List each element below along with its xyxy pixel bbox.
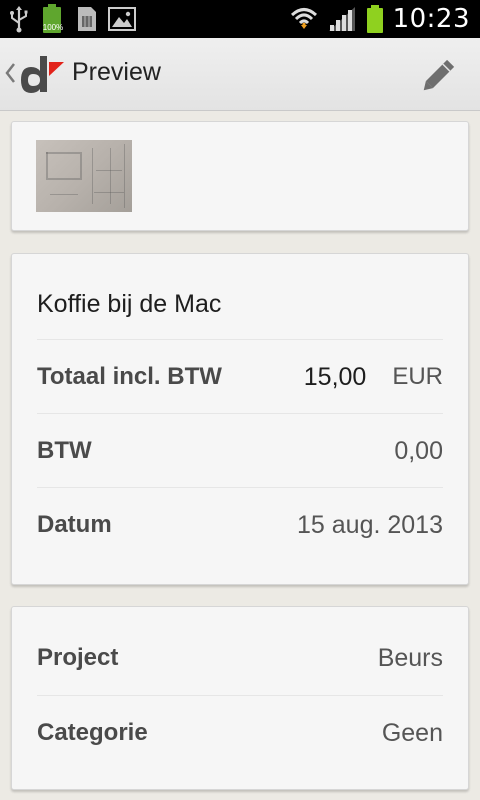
usb-icon: [8, 5, 30, 33]
project-value: Beurs: [377, 643, 443, 672]
receipt-card: [11, 121, 469, 231]
app-logo-icon[interactable]: [18, 52, 66, 101]
chevron-left-icon[interactable]: [4, 60, 16, 91]
clock: 10:23: [392, 4, 470, 34]
total-amount: 15,00: [303, 362, 367, 391]
page-title: Preview: [72, 58, 161, 86]
sim-card-icon: [76, 5, 98, 33]
signal-icon: [327, 5, 357, 33]
receipt-thumbnail[interactable]: [36, 140, 132, 212]
battery-full-icon: 100%: [40, 4, 66, 34]
action-bar: Preview: [0, 38, 480, 111]
vat-value: 0,00: [394, 436, 443, 465]
battery-percent-label: 100%: [42, 23, 64, 32]
vat-row: BTW 0,00: [37, 413, 443, 488]
expense-description: Koffie bij de Mac: [37, 290, 222, 318]
classification-card: Project Beurs Categorie Geen: [11, 606, 469, 790]
total-label: Totaal incl. BTW: [37, 363, 222, 390]
currency-label: EUR: [392, 363, 443, 390]
status-bar-left: 100%: [8, 4, 136, 34]
edit-button[interactable]: [420, 54, 460, 94]
project-label: Project: [37, 644, 119, 671]
wifi-icon: [289, 5, 319, 33]
gallery-icon: [108, 6, 136, 32]
total-row: Totaal incl. BTW 15,00 EUR: [37, 339, 443, 414]
status-bar-right: 10:23: [289, 0, 470, 38]
category-row: Categorie Geen: [37, 695, 443, 770]
battery-charging-icon: [365, 4, 385, 34]
date-row: Datum 15 aug. 2013: [37, 487, 443, 562]
category-label: Categorie: [37, 719, 148, 746]
status-bar: 100% 10:23: [0, 0, 480, 38]
vat-label: BTW: [37, 437, 92, 464]
pencil-icon: [423, 59, 455, 91]
category-value: Geen: [381, 718, 443, 747]
date-value: 15 aug. 2013: [297, 510, 443, 539]
project-row: Project Beurs: [37, 621, 443, 695]
expense-details-card: Koffie bij de Mac Totaal incl. BTW 15,00…: [11, 253, 469, 585]
date-label: Datum: [37, 511, 112, 538]
